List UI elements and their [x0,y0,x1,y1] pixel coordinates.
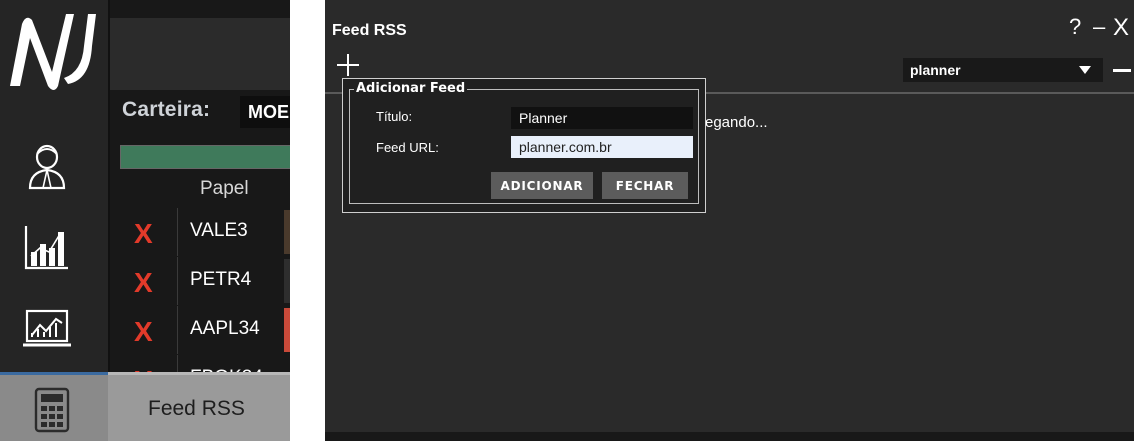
dialog-title: Adicionar Feed [354,81,468,96]
column-header-papel[interactable]: Papel [200,178,249,200]
column-divider [177,208,178,256]
remove-stock-button[interactable]: X [134,316,153,348]
window-title: Feed RSS [332,22,407,39]
column-divider [177,257,178,305]
remove-stock-button[interactable]: X [134,218,153,250]
help-button[interactable]: ? [1069,14,1081,40]
chevron-down-icon [1079,66,1091,74]
user-icon[interactable] [22,142,72,192]
stock-symbol: PETR4 [190,269,252,290]
portfolio-app: Carteira: MOE Papel X VALE3 X PETR4 X AA… [0,0,290,441]
column-divider [177,306,178,354]
add-feed-button[interactable] [337,54,359,76]
feed-select[interactable]: planner [903,58,1103,82]
remove-stock-button[interactable]: X [134,267,153,299]
minimize-button[interactable]: – [1093,14,1105,40]
portfolio-select[interactable]: MOE [240,96,290,128]
brand-logo [10,14,96,90]
stock-cell [284,308,290,352]
title-input[interactable] [511,107,693,129]
add-feed-fieldset: Adicionar Feed Título: Feed URL: ADICION… [349,81,699,204]
title-label: Título: [376,109,413,124]
table-row[interactable]: X PETR4 [120,257,290,305]
close-button[interactable]: X [1113,14,1129,42]
stock-symbol: AAPL34 [190,318,260,339]
sidebar-item-feed-rss[interactable] [0,372,108,441]
stock-cell [284,259,290,303]
sidebar [0,0,110,441]
calculator-icon [34,387,70,433]
add-feed-dialog: Adicionar Feed Título: Feed URL: ADICION… [342,78,706,213]
feed-url-input[interactable] [511,136,693,158]
portfolio-label: Carteira: [122,98,211,121]
close-dialog-button[interactable]: FECHAR [602,172,688,199]
header-area [110,18,290,90]
bar-chart-icon[interactable] [22,222,72,272]
table-row[interactable]: X AAPL34 [120,306,290,354]
line-chart-icon[interactable] [22,305,72,355]
stock-cell [284,210,290,254]
stock-symbol: VALE3 [190,220,248,241]
portfolio-summary-bar [120,145,290,169]
tab-feed-rss[interactable]: Feed RSS [108,372,290,441]
feed-select-value: planner [910,62,961,78]
table-row[interactable]: X VALE3 [120,208,290,256]
rss-feed-window: Feed RSS ? – X planner rregando... Adici… [325,0,1134,441]
tab-label: Feed RSS [148,397,245,420]
remove-feed-button[interactable] [1113,69,1131,72]
window-footer [325,432,1134,441]
feed-url-label: Feed URL: [376,140,439,155]
add-button[interactable]: ADICIONAR [491,172,593,199]
